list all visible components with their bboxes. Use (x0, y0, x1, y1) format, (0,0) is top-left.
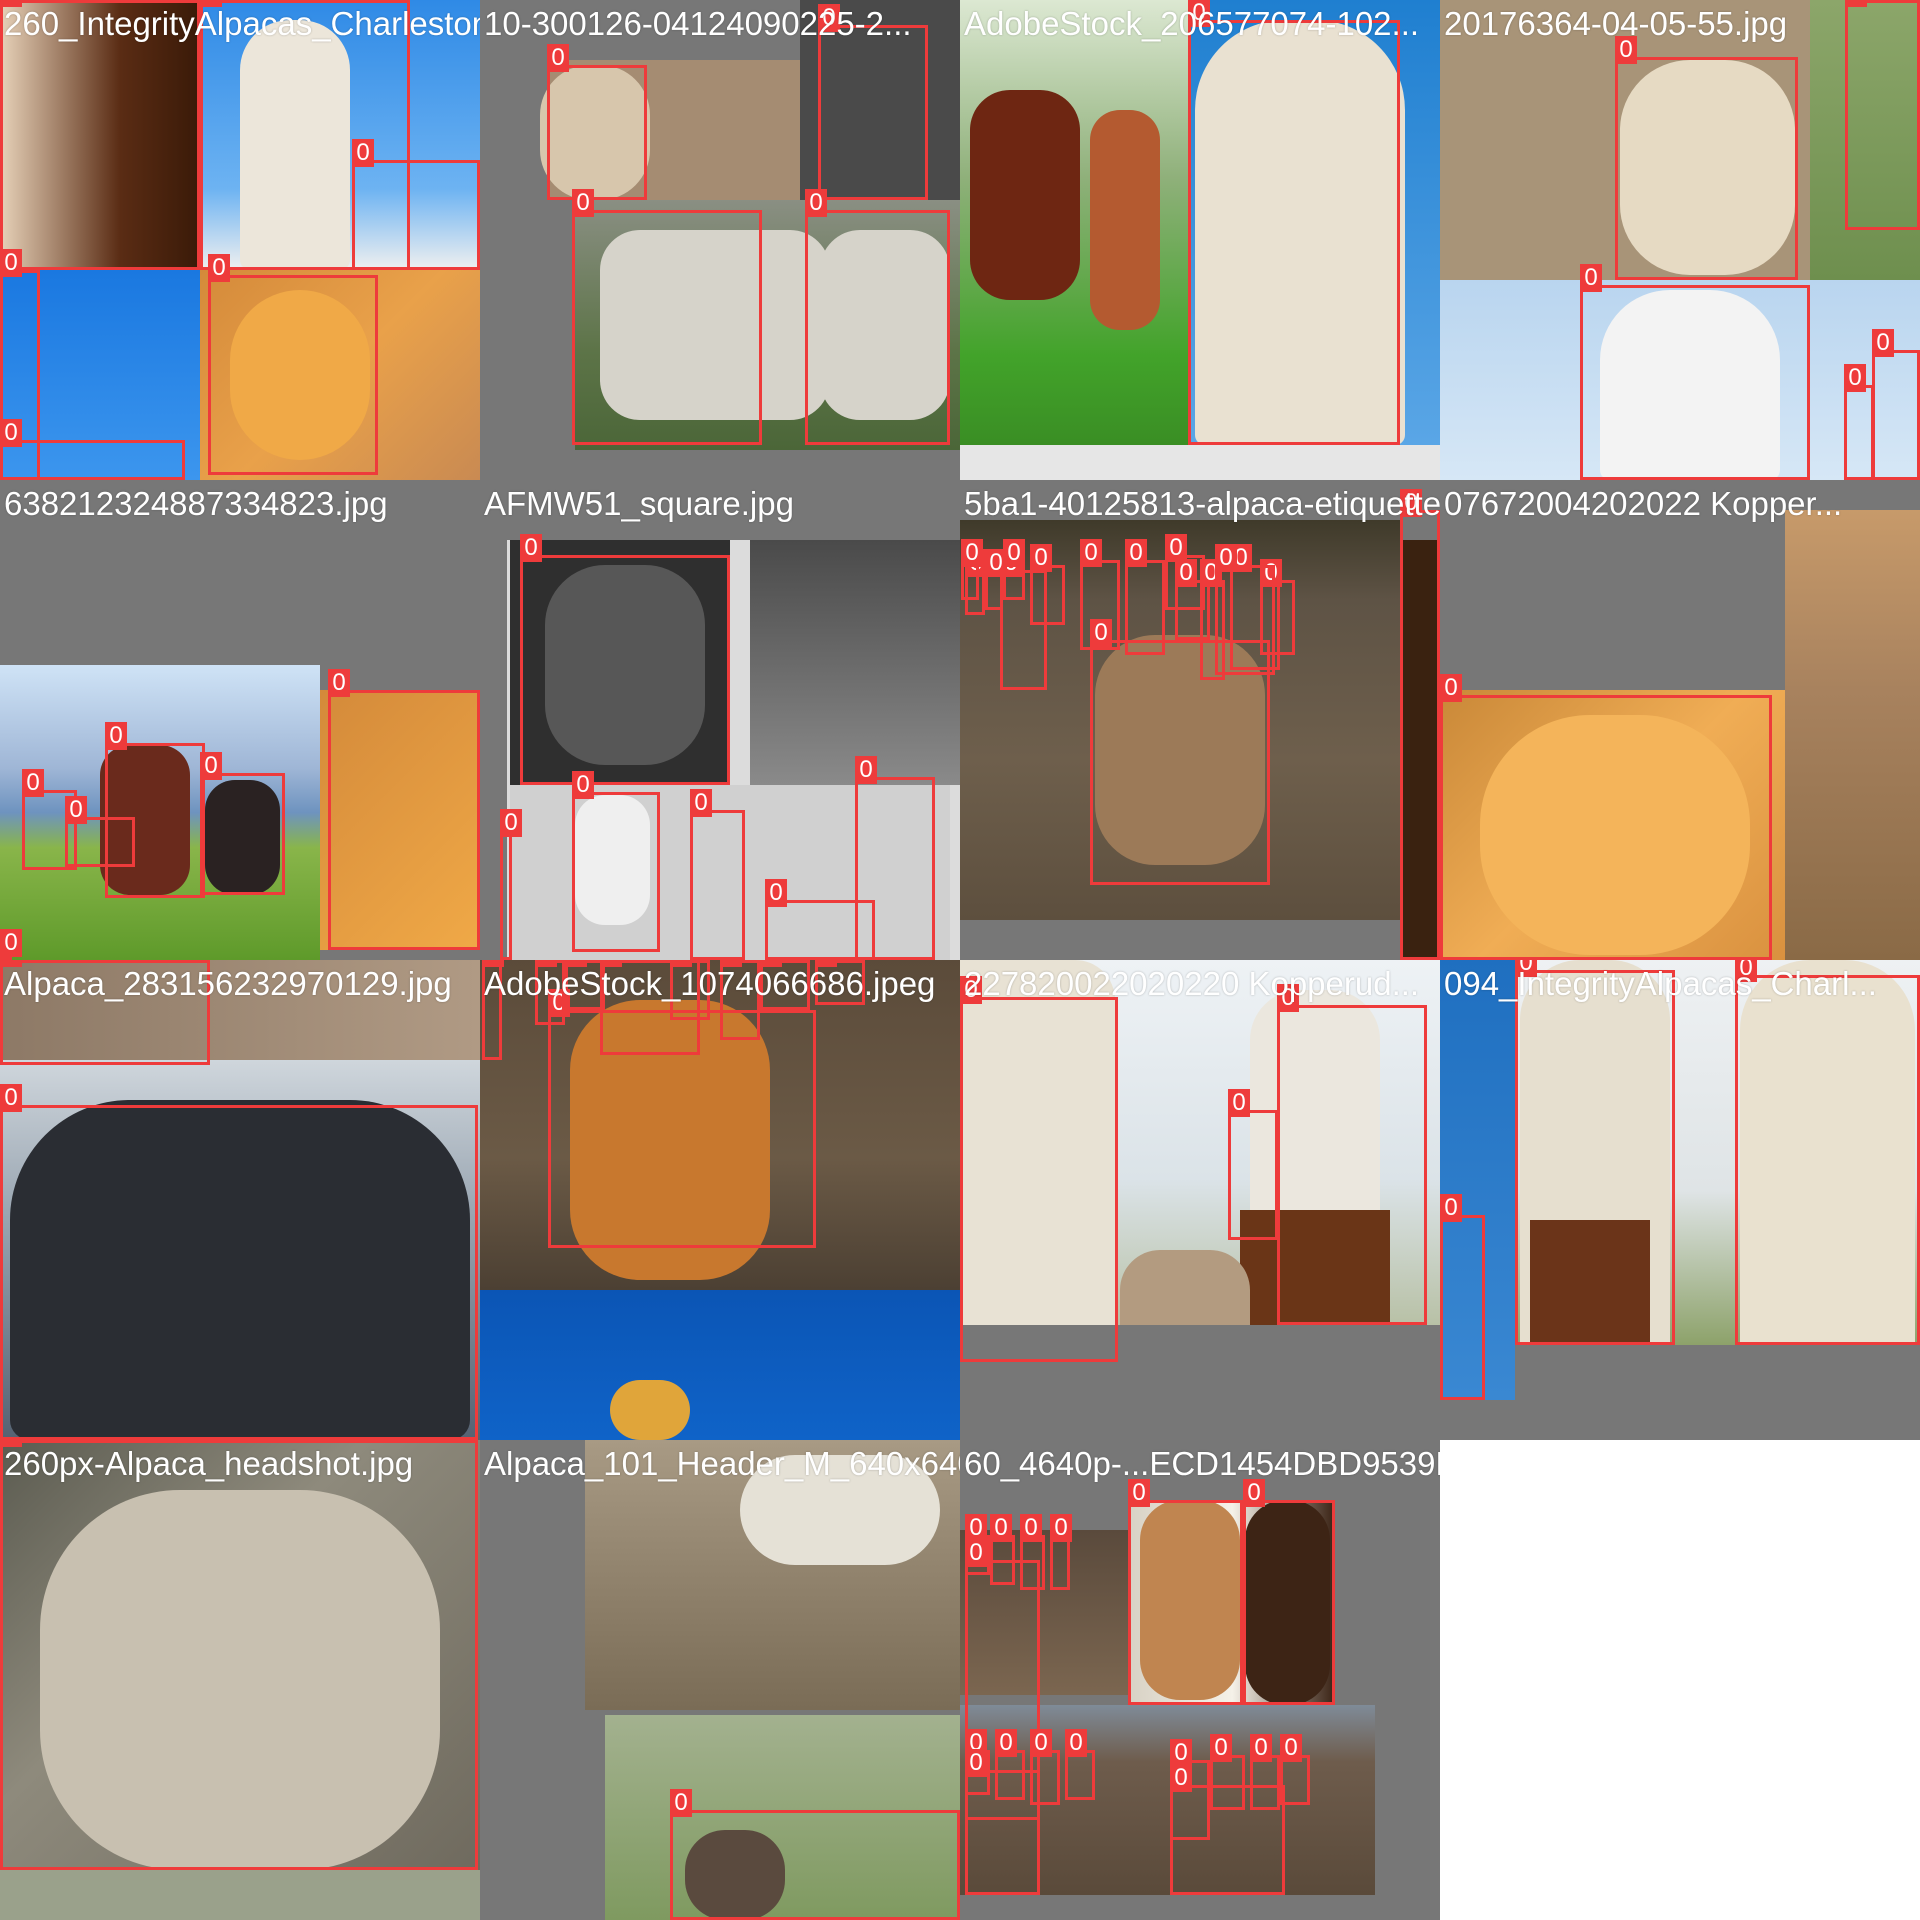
detection-box: 0 (0, 929, 22, 960)
tile-filename: AFMW51_square.jpg (484, 485, 794, 522)
tile-filename: 5ba1-40125813-alpaca-etiquette.jpg (964, 485, 1440, 522)
detection-box: 0 (105, 722, 205, 898)
detection-box: 0 (0, 419, 185, 480)
detection-box: 0 (805, 189, 950, 445)
mosaic-tile-14: 0 Alpaca_101_Header_M_640x640.jpg (480, 1440, 960, 1920)
detection-box: 0 (1090, 619, 1270, 885)
detection-box: 0 (1215, 544, 1275, 675)
detection-box: 0 (200, 752, 285, 895)
detection-box: 0 (670, 1789, 960, 1920)
detection-box: 0 (0, 1440, 478, 1870)
tile-filename: 260px-Alpaca_headshot.jpg (4, 1445, 414, 1482)
detection-box: 0 (690, 789, 745, 960)
detection-box: 0 (1845, 0, 1920, 230)
detection-box: 0 (547, 44, 647, 200)
mosaic-tile-8: 0 07672004202022 Kopper... (1440, 480, 1920, 960)
mosaic-tile-5: 0 0 0 0 0 0 638212324887334823.jpg (0, 480, 480, 960)
detection-box: 0 (1277, 984, 1427, 1325)
mosaic-tile-3: 0 AdobeStock_206577074-102... (960, 0, 1440, 480)
detection-box: 0 (1170, 1764, 1285, 1895)
detection-box: 0 (965, 1749, 1040, 1895)
detection-box: 0 (1125, 539, 1165, 655)
tile-filename: 094_IntegrityAlpacas_Charl... (1444, 965, 1877, 1002)
detection-box: 0 (985, 549, 1007, 610)
detection-box: 0 (1003, 539, 1025, 600)
tile-filename: 260_IntegrityAlpacas_Charleston... (4, 5, 480, 42)
mosaic-tile-11: 0 0 0 227820022020220 Kopperud... (960, 960, 1440, 1440)
detection-box: 0 (1735, 960, 1920, 1345)
mosaic-grid: 0 0 0 0 0 0 260_IntegrityAlpacas_Charles… (0, 0, 1920, 1920)
tile-filename: Alpaca_101_Header_M_640x640.jpg (484, 1445, 960, 1482)
detection-box: 0 (1080, 539, 1120, 650)
tile-filename: 227820022020220 Kopperud... (964, 965, 1420, 1002)
detection-box: 0 (1050, 1514, 1072, 1590)
tile-filename: 10-300126-04124090225-2... (484, 5, 912, 42)
tile-filename: Alpaca_283156232970129.jpg (4, 965, 452, 1002)
detection-box: 0 (1188, 0, 1400, 445)
detection-box: 0 (1243, 1479, 1335, 1705)
tile-filename: 60_4640p-...ECD1454DBD9539F-b613c6e5fd6b… (964, 1445, 1440, 1482)
detection-box: 0 (1515, 960, 1675, 1345)
detection-box: 0 (1615, 36, 1798, 280)
tile-filename: 07672004202022 Kopper... (1444, 485, 1843, 522)
mosaic-tile-7: 0 0 0 0 0 0 0 0 0 0 0 0 0 0 0 0 5ba1-401… (960, 480, 1440, 960)
detection-box: 0 (765, 879, 875, 960)
detection-box: 0 (1400, 489, 1440, 960)
mosaic-tile-13: 0 260px-Alpaca_headshot.jpg (0, 1440, 480, 1920)
detection-box: 0 (1872, 329, 1920, 480)
detection-box: 0 (500, 809, 522, 960)
detection-box: 0 (208, 254, 378, 475)
detection-box: 0 (1030, 544, 1065, 625)
detection-box: 0 (1228, 1089, 1278, 1240)
tile-filename: 638212324887334823.jpg (4, 485, 388, 522)
tile-filename: AdobeStock_206577074-102... (964, 5, 1420, 42)
detection-box: 0 (0, 1084, 478, 1440)
detection-box: 0 (1440, 674, 1772, 960)
detection-box: 0 (328, 669, 480, 950)
mosaic-tile-9: 0 0 Alpaca_283156232970129.jpg (0, 960, 480, 1440)
detection-box: 0 (520, 534, 730, 785)
detection-box: 0 (572, 771, 660, 952)
detection-box: 0 (818, 4, 928, 200)
detection-box: 0 (1065, 1729, 1095, 1800)
detection-box: 0 (961, 539, 983, 600)
detection-box: 0 (1440, 1194, 1485, 1400)
detection-box: 0 (1128, 1479, 1243, 1705)
detection-box: 0 (572, 189, 762, 445)
detection-box: 0 (960, 976, 1118, 1362)
detection-box: 0 (1580, 264, 1810, 480)
mosaic-tile-6: 0 0 0 0 0 0 AFMW51_square.jpg (480, 480, 960, 960)
detection-box: 0 (352, 139, 480, 270)
detection-box: 0 (1844, 364, 1874, 480)
mosaic-tile-12: 0 0 0 094_IntegrityAlpacas_Charl... (1440, 960, 1920, 1440)
mosaic-tile-1: 0 0 0 0 0 0 260_IntegrityAlpacas_Charles… (0, 0, 480, 480)
mosaic-tile-10: 0 0 0 0 0 0 0 0 0 AdobeStock_1074066686.… (480, 960, 960, 1440)
empty-tile (1440, 1440, 1920, 1920)
tile-filename: AdobeStock_1074066686.jpeg (484, 965, 936, 1002)
mosaic-tile-15: 0 0 0 0 0 0 0 0 0 0 0 0 0 0 0 0 0 60_464… (960, 1440, 1440, 1920)
mosaic-tile-2: 0 0 0 0 10-300126-04124090225-2... (480, 0, 960, 480)
tile-filename: 20176364-04-05-55.jpg (1444, 5, 1788, 42)
mosaic-tile-4: 0 0 0 0 0 20176364-04-05-55.jpg (1440, 0, 1920, 480)
detection-box: 0 (1175, 559, 1210, 640)
